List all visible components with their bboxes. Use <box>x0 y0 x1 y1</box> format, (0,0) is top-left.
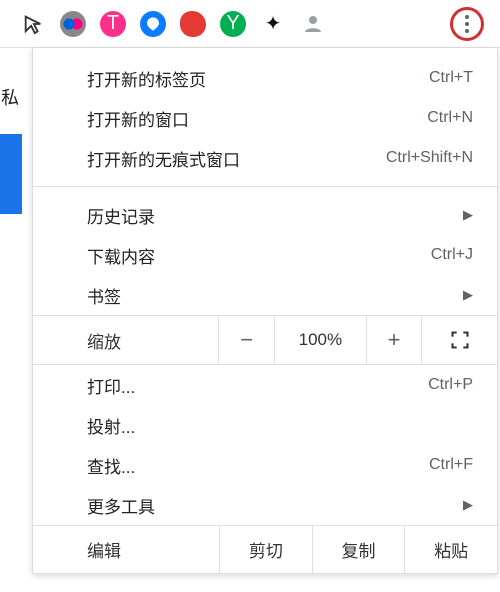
menu-item-shortcut: Ctrl+N <box>427 109 473 127</box>
menu-cast[interactable]: 投射... <box>33 405 497 445</box>
zoom-label: 缩放 <box>33 316 218 364</box>
edit-cut-button[interactable]: 剪切 <box>219 526 312 573</box>
menu-item-label: 打开新的窗口 <box>87 106 427 131</box>
edit-label: 编辑 <box>33 526 219 573</box>
menu-item-shortcut: Ctrl+J <box>431 246 473 264</box>
menu-item-label: 投射... <box>87 413 473 438</box>
menu-new-window[interactable]: 打开新的窗口 Ctrl+N <box>33 98 497 138</box>
edit-paste-button[interactable]: 粘贴 <box>404 526 497 573</box>
page-left-stripe: 私 <box>0 48 32 592</box>
menu-separator <box>33 186 497 187</box>
profile-icon[interactable] <box>300 11 326 37</box>
menu-edit-row: 编辑 剪切 复制 粘贴 <box>33 525 497 573</box>
menu-item-label: 书签 <box>87 283 455 308</box>
extension-pink-icon[interactable]: T <box>100 11 126 37</box>
menu-zoom-row: 缩放 − 100% + <box>33 315 497 365</box>
fullscreen-button[interactable] <box>421 316 497 364</box>
menu-history[interactable]: 历史记录 ▶ <box>33 195 497 235</box>
menu-item-shortcut: Ctrl+P <box>428 376 473 394</box>
submenu-arrow-icon: ▶ <box>463 497 473 513</box>
zoom-out-button[interactable]: − <box>218 316 274 364</box>
browser-toolbar: T Y ✦ <box>0 0 500 48</box>
menu-print[interactable]: 打印... Ctrl+P <box>33 365 497 405</box>
extensions-icon[interactable]: ✦ <box>260 11 286 37</box>
menu-item-shortcut: Ctrl+Shift+N <box>386 149 473 167</box>
menu-find[interactable]: 查找... Ctrl+F <box>33 445 497 485</box>
menu-item-label: 历史记录 <box>87 203 455 228</box>
extension-blue-icon[interactable] <box>140 11 166 37</box>
chrome-main-menu: 打开新的标签页 Ctrl+T 打开新的窗口 Ctrl+N 打开新的无痕式窗口 C… <box>32 48 498 574</box>
zoom-value: 100% <box>274 316 366 364</box>
menu-item-shortcut: Ctrl+F <box>429 456 473 474</box>
edit-copy-button[interactable]: 复制 <box>312 526 405 573</box>
submenu-arrow-icon: ▶ <box>463 287 473 303</box>
menu-item-label: 查找... <box>87 453 429 478</box>
selection-highlight <box>0 134 22 214</box>
menu-item-label: 打开新的无痕式窗口 <box>87 146 386 171</box>
cursor-icon <box>20 11 46 37</box>
menu-more-tools[interactable]: 更多工具 ▶ <box>33 485 497 525</box>
menu-downloads[interactable]: 下载内容 Ctrl+J <box>33 235 497 275</box>
extension-red-icon[interactable] <box>180 11 206 37</box>
menu-new-incognito[interactable]: 打开新的无痕式窗口 Ctrl+Shift+N <box>33 138 497 178</box>
extension-flickr-icon[interactable] <box>60 11 86 37</box>
submenu-arrow-icon: ▶ <box>463 207 473 223</box>
menu-item-label: 下载内容 <box>87 243 431 268</box>
menu-item-label: 打印... <box>87 373 428 398</box>
page-left-text: 私 <box>1 84 19 110</box>
zoom-in-button[interactable]: + <box>366 316 422 364</box>
fullscreen-icon <box>450 330 470 350</box>
menu-item-label: 更多工具 <box>87 493 455 518</box>
menu-bookmarks[interactable]: 书签 ▶ <box>33 275 497 315</box>
menu-item-label: 打开新的标签页 <box>87 66 429 91</box>
menu-new-tab[interactable]: 打开新的标签页 Ctrl+T <box>33 58 497 98</box>
chrome-menu-button[interactable] <box>450 7 484 41</box>
menu-item-shortcut: Ctrl+T <box>429 69 473 87</box>
extension-green-icon[interactable]: Y <box>220 11 246 37</box>
